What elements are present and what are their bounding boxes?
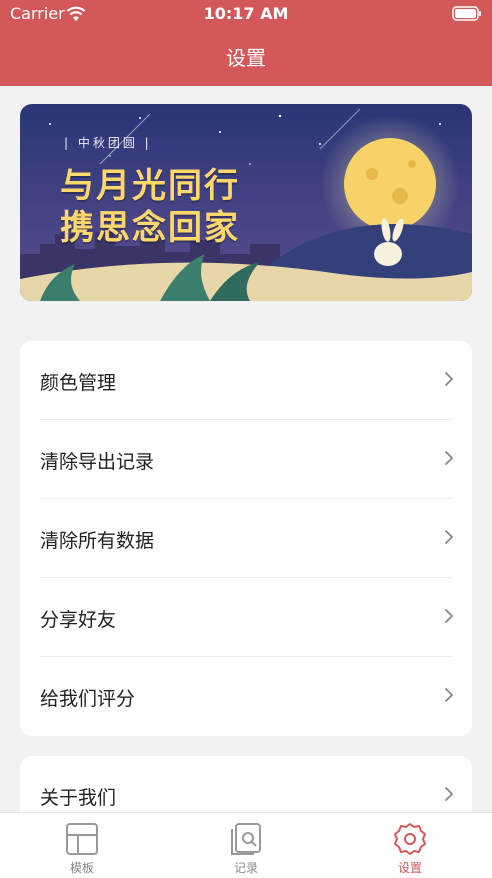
header: Carrier 10:17 AM 设置 [0,0,492,86]
promo-banner[interactable]: | 中秋团圆 | 与月光同行 携思念回家 [20,104,472,301]
menu-item-label: 分享好友 [40,609,117,631]
record-icon [231,823,261,855]
banner-tag: | 中秋团圆 | [64,136,152,150]
status-bar: Carrier 10:17 AM [0,0,492,28]
tab-template[interactable]: 模板 [0,813,164,878]
menu-item-color-management[interactable]: 颜色管理 [20,341,472,420]
tab-label: 模板 [69,861,94,875]
menu-item-label: 清除导出记录 [40,451,155,473]
chevron-right-icon [444,608,454,628]
chevron-right-icon [444,786,454,806]
settings-group-main: 颜色管理 清除导出记录 清除所有数据 分享好友 给我们评分 [20,341,472,736]
tab-bar: 模板 记录 设置 [0,812,492,878]
menu-item-rate-us[interactable]: 给我们评分 [20,657,472,736]
tab-settings[interactable]: 设置 [328,813,492,878]
template-icon [66,823,98,855]
banner-headline-2: 携思念回家 [60,208,240,248]
chevron-right-icon [444,371,454,391]
menu-item-share-friends[interactable]: 分享好友 [20,578,472,657]
tab-label: 记录 [233,861,258,875]
clock: 10:17 AM [203,4,289,23]
chevron-right-icon [444,529,454,549]
menu-item-clear-export-records[interactable]: 清除导出记录 [20,420,472,499]
chevron-right-icon [444,450,454,470]
chevron-right-icon [444,687,454,707]
page-title: 设置 [226,46,266,70]
tab-record[interactable]: 记录 [164,813,328,878]
battery-icon [452,6,482,25]
menu-item-label: 给我们评分 [40,688,136,710]
menu-item-label: 颜色管理 [40,372,117,394]
gear-icon [394,823,426,855]
menu-item-clear-all-data[interactable]: 清除所有数据 [20,499,472,578]
tab-label: 设置 [397,861,422,875]
menu-item-label: 关于我们 [40,787,117,809]
menu-item-label: 清除所有数据 [40,530,155,552]
